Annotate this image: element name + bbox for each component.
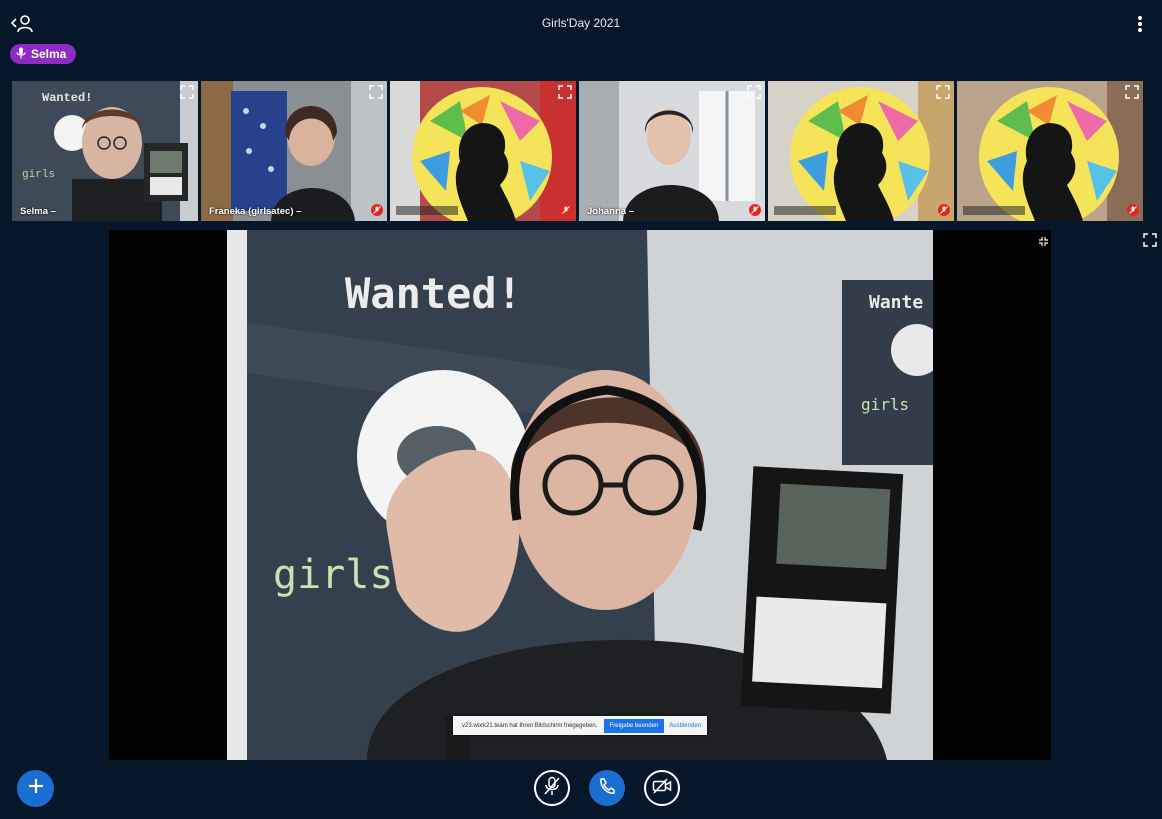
plus-icon	[27, 777, 45, 800]
screen-share-message: v23.work21.team hat Ihren Bildschirm fre…	[462, 722, 598, 729]
expand-icon[interactable]	[936, 85, 950, 99]
poster-text: girls	[273, 552, 393, 598]
webcam-feed: Wanted! girls	[12, 81, 198, 221]
share-webcam-button[interactable]	[644, 770, 680, 806]
girls-day-logo-avatar	[390, 81, 576, 221]
leave-call-button[interactable]	[589, 770, 625, 806]
webcam-feed	[201, 81, 387, 221]
participant-name: Franeka (girlsatec) –	[209, 206, 302, 217]
poster-text: girls	[861, 395, 909, 414]
expand-icon[interactable]	[369, 85, 383, 99]
expand-icon[interactable]	[180, 85, 194, 99]
participant-name-redacted	[774, 206, 836, 215]
unmute-button[interactable]	[534, 770, 570, 806]
meeting-title: Girls'Day 2021	[541, 16, 621, 30]
talking-indicator: Selma	[10, 44, 77, 64]
mic-muted-icon	[938, 204, 950, 216]
main-stage: Wanted! girls Wante girls	[109, 230, 1051, 760]
microphone-icon	[16, 47, 26, 62]
participant-strip: Wanted! girls Selma – Franeka (girlsatec…	[12, 81, 1148, 221]
talker-name: Selma	[31, 47, 67, 61]
participant-tile[interactable]	[390, 81, 576, 221]
mic-muted-icon	[543, 776, 561, 801]
mic-muted-icon	[749, 204, 761, 216]
participant-tile[interactable]	[768, 81, 954, 221]
actions-button[interactable]	[17, 770, 54, 807]
poster-text: Wante	[869, 292, 923, 313]
fullscreen-icon[interactable]	[1143, 233, 1157, 247]
expand-icon[interactable]	[558, 85, 572, 99]
participant-tile[interactable]: Johanna –	[579, 81, 765, 221]
vertical-dots-icon[interactable]	[1134, 13, 1146, 35]
participant-name-redacted	[396, 206, 458, 215]
participant-name: Selma –	[20, 206, 56, 217]
participant-tile[interactable]: Franeka (girlsatec) –	[201, 81, 387, 221]
hide-notice-button[interactable]: Ausblenden	[669, 723, 701, 729]
svg-text:Wanted!: Wanted!	[42, 91, 92, 105]
mic-muted-icon	[1127, 204, 1139, 216]
girls-day-logo-avatar	[768, 81, 954, 221]
girls-day-logo-avatar	[957, 81, 1143, 221]
participant-name-redacted	[963, 206, 1025, 215]
mic-muted-icon	[371, 204, 383, 216]
poster-text: Wanted!	[345, 269, 522, 318]
phone-icon	[598, 777, 616, 800]
participant-tile[interactable]	[957, 81, 1143, 221]
minimize-icon[interactable]	[1039, 233, 1048, 246]
mic-muted-icon	[560, 204, 572, 216]
main-webcam-feed: Wanted! girls Wante girls	[227, 230, 933, 760]
participant-tile[interactable]: Wanted! girls Selma –	[12, 81, 198, 221]
camera-off-icon	[652, 777, 672, 799]
svg-text:girls: girls	[22, 169, 55, 181]
participant-name: Johanna –	[587, 206, 634, 217]
top-bar: Girls'Day 2021	[0, 0, 1162, 46]
expand-icon[interactable]	[1125, 85, 1139, 99]
stop-sharing-button[interactable]: Freigabe beenden	[603, 718, 665, 733]
expand-icon[interactable]	[747, 85, 761, 99]
webcam-feed	[579, 81, 765, 221]
screen-share-notification: v23.work21.team hat Ihren Bildschirm fre…	[453, 716, 707, 735]
